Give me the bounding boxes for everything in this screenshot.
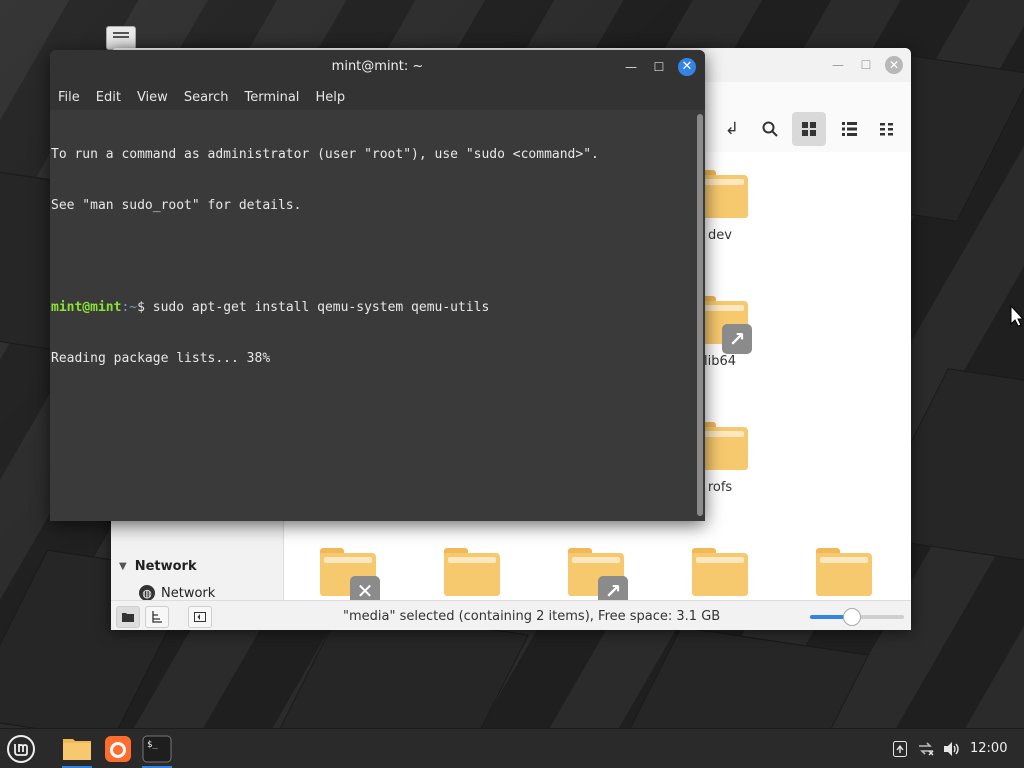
close-icon[interactable]: ✕: [885, 56, 903, 74]
sidebar-item-network-header[interactable]: ▼ Network: [111, 554, 283, 578]
menu-item-file[interactable]: File: [50, 90, 88, 105]
update-manager-icon[interactable]: [891, 740, 909, 758]
firefox-icon[interactable]: [101, 733, 135, 765]
places-panel-icon[interactable]: [116, 606, 140, 628]
folder-icon: [444, 548, 500, 596]
scrollbar-thumb[interactable]: [697, 114, 703, 516]
expand-arrow-icon: ▼: [119, 560, 127, 572]
status-bar: "media" selected (containing 2 items), F…: [111, 600, 911, 630]
sidebar-item-label: Network: [161, 585, 216, 601]
minimize-icon[interactable]: —: [829, 56, 847, 74]
volume-icon[interactable]: [943, 740, 961, 758]
window-title: mint@mint: ~: [331, 59, 424, 74]
menu-item-search[interactable]: Search: [176, 90, 237, 105]
folder-item[interactable]: [422, 548, 522, 596]
terminal-icon[interactable]: $_: [140, 733, 174, 768]
network-disconnected-icon[interactable]: [917, 740, 935, 758]
list-view-icon[interactable]: [832, 112, 866, 146]
open-location-icon[interactable]: ↲: [715, 112, 749, 146]
folder-icon: [692, 548, 748, 596]
clock[interactable]: 12:00: [970, 741, 1007, 756]
taskbar: $_ 12:00: [0, 728, 1024, 768]
folder-icon: [816, 548, 872, 596]
symlink-emblem-icon: ↗: [598, 576, 628, 600]
svg-text:$_: $_: [147, 740, 158, 750]
folder-icon: ↗: [568, 548, 628, 600]
toggle-sidebar-icon[interactable]: [188, 606, 212, 628]
typed-command: sudo apt-get install qemu-system qemu-ut…: [152, 300, 490, 315]
terminal-scrollbar[interactable]: [695, 110, 705, 521]
folder-icon: ✕: [320, 548, 380, 600]
folder-item[interactable]: ↗: [546, 548, 646, 600]
menu-item-view[interactable]: View: [129, 90, 176, 105]
zoom-slider-handle[interactable]: [843, 608, 862, 626]
zoom-slider[interactable]: [810, 608, 904, 626]
desktop-computer-icon[interactable]: [106, 26, 136, 50]
prompt-symbol: $: [137, 300, 153, 315]
prompt-user: mint@mint: [51, 300, 122, 315]
tree-panel-icon[interactable]: [145, 606, 169, 628]
maximize-icon[interactable]: ☐: [650, 58, 668, 76]
terminal-prompt-line: mint@mint:~$ sudo apt-get install qemu-s…: [51, 299, 695, 316]
linux-mint-logo-icon[interactable]: [4, 733, 38, 765]
prompt-path: :~: [121, 300, 138, 315]
folder-item[interactable]: [794, 548, 894, 596]
menu-item-edit[interactable]: Edit: [88, 90, 129, 105]
terminal-menubar: File Edit View Search Terminal Help: [50, 84, 705, 110]
maximize-icon[interactable]: ☐: [857, 56, 875, 74]
unreadable-emblem-icon: ✕: [350, 576, 380, 600]
menu-item-help[interactable]: Help: [307, 90, 353, 105]
sidebar-section-label: Network: [134, 558, 197, 574]
symlink-emblem-icon: ↗: [722, 324, 752, 354]
mouse-pointer-icon: [1010, 305, 1024, 327]
menu-item-terminal[interactable]: Terminal: [236, 90, 307, 105]
minimize-icon[interactable]: —: [622, 58, 640, 76]
folder-item[interactable]: ✕: [298, 548, 398, 600]
search-icon[interactable]: [753, 112, 787, 146]
globe-icon: ◍: [139, 585, 155, 601]
compact-view-icon[interactable]: [870, 112, 904, 146]
terminal-line: To run a command as administrator (user …: [51, 147, 599, 162]
terminal-output[interactable]: To run a command as administrator (user …: [50, 110, 695, 521]
files-icon[interactable]: [60, 733, 94, 768]
icon-view-icon[interactable]: [792, 112, 826, 146]
close-icon[interactable]: ✕: [678, 58, 696, 76]
terminal-output-line: Reading package lists... 38%: [51, 351, 271, 366]
terminal-titlebar[interactable]: mint@mint: ~ — ☐ ✕: [50, 50, 705, 84]
terminal-window: mint@mint: ~ — ☐ ✕ File Edit View Search Ter…: [50, 50, 705, 521]
status-text: "media" selected (containing 2 items), F…: [343, 609, 721, 624]
folder-item[interactable]: [670, 548, 770, 596]
terminal-line: See "man sudo_root" for details.: [51, 198, 302, 213]
